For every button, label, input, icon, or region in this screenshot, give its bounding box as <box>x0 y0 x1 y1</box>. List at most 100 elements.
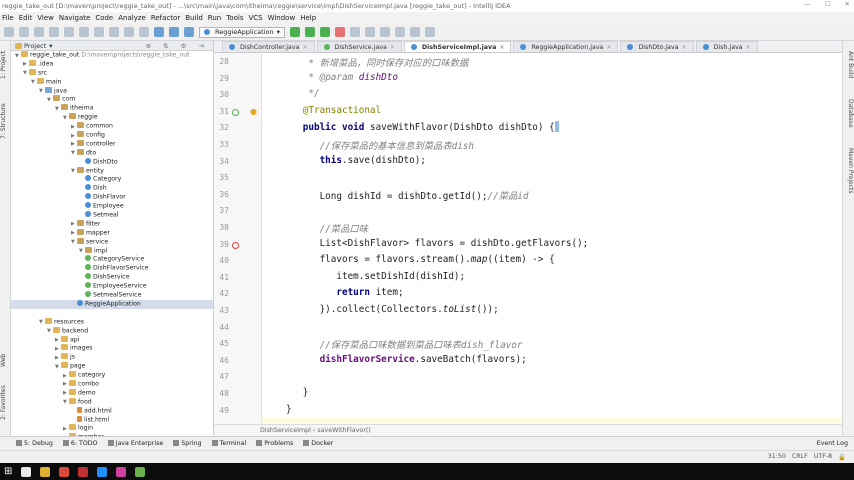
tree-item[interactable]: ▼ itheima <box>11 104 213 113</box>
settings-icon[interactable] <box>379 27 390 37</box>
tree-item[interactable]: ▶ demo <box>11 388 213 398</box>
build-icon[interactable] <box>184 27 194 37</box>
editor-tab[interactable]: DishService.java × <box>316 41 402 52</box>
chrome-icon[interactable] <box>59 466 70 477</box>
tree-item[interactable]: DishFlavor <box>11 193 213 202</box>
save-all-icon[interactable] <box>19 27 29 37</box>
menu-navigate[interactable]: Navigate <box>59 14 90 22</box>
tree-item[interactable]: ▼ com <box>11 95 213 104</box>
bottom-tab[interactable]: Spring <box>173 440 202 447</box>
code-area[interactable]: * 新增菜品，同时保存对应的口味数据 * @param dishDto */ @… <box>262 53 842 424</box>
bottom-tab[interactable]: Java Enterprise <box>107 440 163 447</box>
tree-item[interactable]: ▼ src <box>11 68 213 78</box>
tree-item[interactable]: ▼ entity <box>11 166 213 176</box>
tree-item[interactable]: ▶ filter <box>11 219 213 229</box>
project-structure-icon[interactable] <box>364 27 375 37</box>
redo-icon[interactable] <box>64 27 74 37</box>
menu-code[interactable]: Code <box>95 14 113 22</box>
editor-tab[interactable]: DishDto.java × <box>620 41 694 52</box>
sync-icon[interactable] <box>34 27 44 37</box>
bottom-tab[interactable]: 5: Debug <box>16 440 53 447</box>
menu-refactor[interactable]: Refactor <box>151 14 180 22</box>
editor-tab[interactable]: DishServiceImpl.java × <box>403 41 512 52</box>
menu-vcs[interactable]: VCS <box>248 14 262 22</box>
tree-item[interactable]: SetmealService <box>11 291 213 300</box>
tree-item[interactable]: ▼ backend <box>11 326 213 336</box>
close-tab-icon[interactable]: × <box>606 44 611 51</box>
close-tab-icon[interactable]: × <box>746 44 751 51</box>
cut-icon[interactable] <box>79 27 89 37</box>
run-config-select[interactable]: ReggieApplication ▾ <box>199 26 285 38</box>
tool-tab-web[interactable]: Web <box>0 351 11 369</box>
tree-item[interactable]: CategoryService <box>11 255 213 264</box>
intellij-icon[interactable] <box>116 466 127 477</box>
tree-item[interactable]: ▶ js <box>11 353 213 362</box>
menu-file[interactable]: File <box>2 14 14 22</box>
tree-item[interactable]: ▼ reggie <box>11 113 213 122</box>
replace-icon[interactable] <box>139 27 149 37</box>
tool-tab-database[interactable]: Database <box>842 95 854 131</box>
menu-tools[interactable]: Tools <box>226 14 243 22</box>
editor-tab[interactable]: DishController.java × <box>222 41 315 52</box>
tree-item[interactable]: ▶ controller <box>11 139 213 149</box>
menu-view[interactable]: View <box>37 14 54 22</box>
debug-icon[interactable] <box>304 27 315 37</box>
bottom-tab[interactable]: Problems <box>256 440 293 447</box>
close-tab-icon[interactable]: × <box>682 44 687 51</box>
tree-item[interactable]: ReggieApplication <box>11 299 213 309</box>
forward-icon[interactable] <box>169 27 179 37</box>
undo-icon[interactable] <box>49 27 59 37</box>
file-encoding[interactable]: UTF-8 <box>814 453 832 461</box>
app-icon-blue[interactable] <box>97 466 108 477</box>
windows-start-icon[interactable]: ⊞ <box>4 466 12 477</box>
menu-analyze[interactable]: Analyze <box>118 14 146 22</box>
tool-tab-ant[interactable]: Ant Build <box>842 45 854 85</box>
tree-item[interactable]: ▶ .idea <box>11 59 213 69</box>
tree-item[interactable]: ▼ reggie_take_out D:\maven\projects\reggi… <box>11 51 213 60</box>
bottom-tab[interactable]: 6: TODO <box>62 440 98 447</box>
minimize-icon[interactable]: — <box>804 0 811 8</box>
tree-item[interactable]: ▼ dto <box>11 148 213 158</box>
lightbulb-icon[interactable]: ● <box>250 107 257 116</box>
bottom-tab[interactable]: Docker <box>303 440 333 447</box>
tree-item[interactable]: ▼ resources <box>11 317 213 327</box>
tree-item[interactable]: ▼ main <box>11 77 213 87</box>
tool-tab-structure[interactable]: 7: Structure <box>0 99 11 143</box>
maximize-icon[interactable]: ☐ <box>825 0 831 8</box>
tree-item[interactable]: list.html <box>11 415 213 425</box>
app-icon-green[interactable] <box>135 466 146 477</box>
tool-tab-favorites[interactable]: 2: Favorites <box>0 381 11 425</box>
tree-item[interactable]: DishFlavorService <box>11 264 213 273</box>
tree-item[interactable]: Employee <box>11 202 213 211</box>
event-log-button[interactable]: Event Log <box>817 440 848 447</box>
lock-icon[interactable]: 🔒 <box>838 453 846 461</box>
terminal-icon[interactable] <box>424 27 435 37</box>
run-icon[interactable] <box>289 27 300 37</box>
editor-tab[interactable]: Dish.java × <box>695 41 758 52</box>
tree-item[interactable]: DishDto <box>11 157 213 167</box>
back-icon[interactable] <box>154 27 164 37</box>
help-icon[interactable] <box>409 27 420 37</box>
lambda-icon[interactable] <box>232 241 239 249</box>
search-icon[interactable] <box>21 466 32 477</box>
bottom-tab[interactable]: Terminal <box>211 440 246 447</box>
app-icon-red[interactable] <box>78 466 89 477</box>
close-tab-icon[interactable]: × <box>302 44 307 51</box>
tool-tab-maven[interactable]: Maven Projects <box>842 141 854 201</box>
menu-edit[interactable]: Edit <box>19 14 33 22</box>
close-icon[interactable]: ✕ <box>845 0 850 8</box>
open-icon[interactable] <box>4 27 14 37</box>
tree-item[interactable]: ▼ java <box>11 86 213 96</box>
menu-window[interactable]: Window <box>268 14 296 22</box>
tree-item[interactable]: ▶ common <box>11 122 213 131</box>
tree-item[interactable]: Category <box>11 175 213 184</box>
tree-item[interactable]: ▼ food <box>11 397 213 407</box>
paste-icon[interactable] <box>109 27 119 37</box>
tree-item[interactable]: EmployeeService <box>11 282 213 291</box>
close-tab-icon[interactable]: × <box>499 44 504 51</box>
line-separator[interactable]: CRLF <box>792 453 808 461</box>
tree-item[interactable]: ▶ api <box>11 335 213 345</box>
menu-build[interactable]: Build <box>185 14 203 22</box>
tree-item[interactable]: Dish <box>11 184 213 193</box>
menu-help[interactable]: Help <box>300 14 316 22</box>
